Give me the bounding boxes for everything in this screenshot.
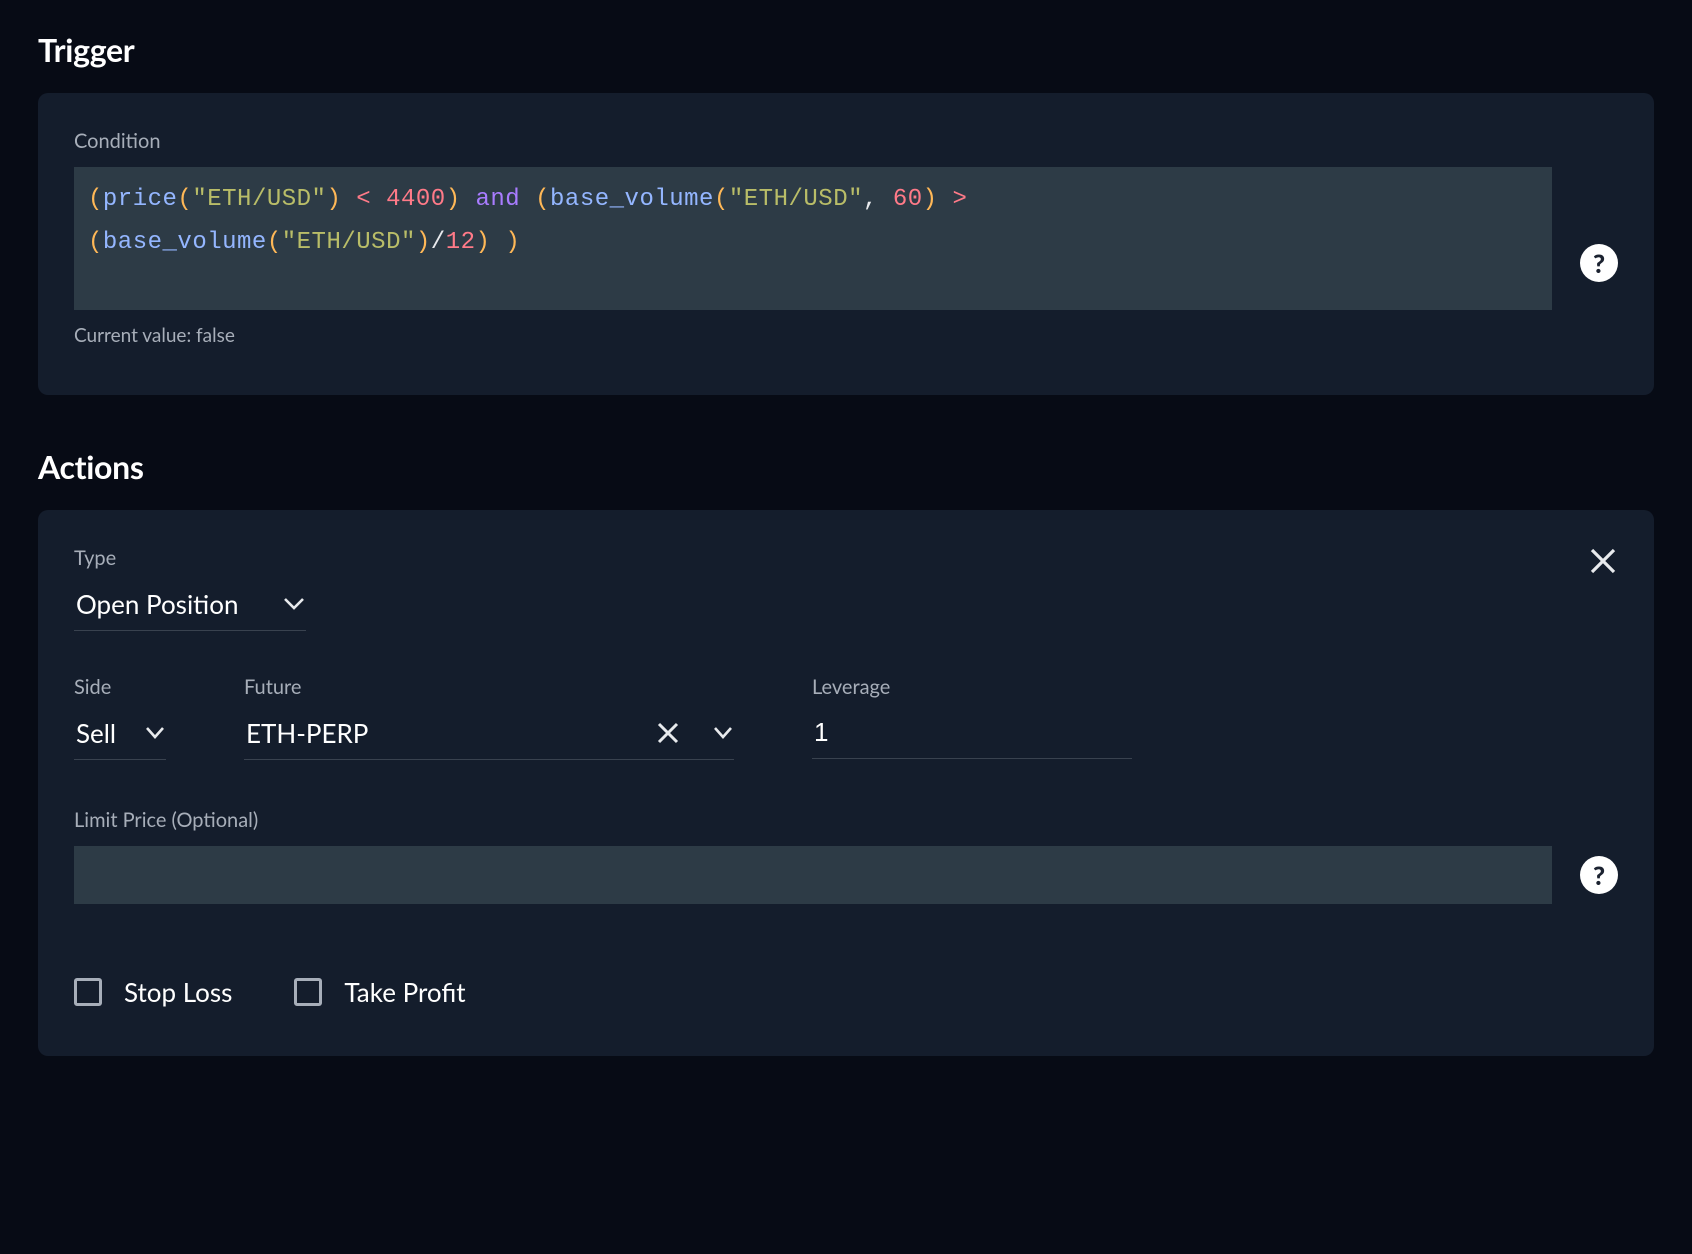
condition-code-editor[interactable]: (price("ETH/USD") < 4400) and (base_volu… [74,167,1552,310]
actions-section-title: Actions [38,447,1654,486]
checkbox-box-icon [294,978,322,1006]
type-label: Type [74,546,306,570]
side-select[interactable]: Sell [74,711,166,760]
chevron-down-icon[interactable] [146,727,164,739]
clear-icon[interactable] [656,721,680,745]
take-profit-checkbox[interactable]: Take Profit [294,976,465,1008]
stop-loss-label: Stop Loss [124,976,232,1008]
leverage-input[interactable] [812,711,1132,759]
future-value: ETH-PERP [246,717,642,749]
type-value: Open Position [76,588,270,620]
chevron-down-icon[interactable] [284,597,304,611]
stop-loss-checkbox[interactable]: Stop Loss [74,976,232,1008]
condition-current-value: Current value: false [74,324,1618,347]
condition-label: Condition [74,129,1618,153]
future-select[interactable]: ETH-PERP [244,711,734,760]
close-icon[interactable] [1588,546,1618,576]
checkbox-box-icon [74,978,102,1006]
limit-price-label: Limit Price (Optional) [74,808,1618,832]
take-profit-label: Take Profit [344,976,465,1008]
trigger-section-title: Trigger [38,30,1654,69]
type-select[interactable]: Open Position [74,582,306,631]
chevron-down-icon[interactable] [714,727,732,739]
side-label: Side [74,675,166,699]
actions-card: Type Open Position Side Sell Future [38,510,1654,1056]
limit-price-input[interactable] [74,846,1552,904]
help-icon[interactable]: ? [1580,856,1618,894]
future-label: Future [244,675,734,699]
help-icon[interactable]: ? [1580,244,1618,282]
side-value: Sell [76,717,132,749]
leverage-label: Leverage [812,675,1132,699]
trigger-card: Condition (price("ETH/USD") < 4400) and … [38,93,1654,395]
